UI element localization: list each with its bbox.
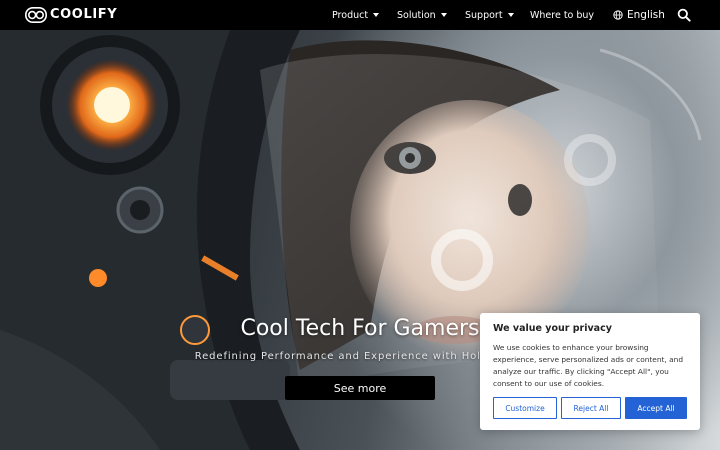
chevron-down-icon (440, 13, 447, 17)
customize-button[interactable]: Customize (493, 397, 557, 419)
reject-all-button[interactable]: Reject All (561, 397, 621, 419)
cookie-text: We use cookies to enhance your browsing … (493, 343, 684, 388)
chevron-down-icon (507, 13, 514, 17)
nav-item-product[interactable]: Product (332, 0, 380, 30)
nav-label: Product (332, 9, 369, 21)
nav-item-support[interactable]: Support (465, 0, 514, 30)
brand-name: COOLIFY (50, 7, 118, 22)
nav-item-where-to-buy[interactable]: Where to buy (530, 0, 594, 30)
nav-label: Support (465, 9, 503, 21)
search-icon[interactable] (677, 8, 691, 22)
nav-label: Solution (397, 9, 436, 21)
chevron-down-icon (373, 13, 380, 17)
cookie-title: We value your privacy (493, 323, 612, 334)
language-selector[interactable]: English (613, 0, 665, 30)
brand-logo[interactable]: COOLIFY (25, 6, 117, 24)
language-label: English (627, 9, 665, 21)
nav-item-solution[interactable]: Solution (397, 0, 447, 30)
accept-all-button[interactable]: Accept All (625, 397, 687, 419)
see-more-button[interactable]: See more (285, 376, 435, 400)
nav-label: Where to buy (530, 9, 595, 21)
globe-icon (613, 10, 623, 20)
site-header: COOLIFY Product Solution Support Where t… (0, 0, 720, 30)
cookie-consent-dialog: We value your privacy We use cookies to … (480, 313, 700, 430)
infinity-logo-icon (25, 7, 47, 23)
